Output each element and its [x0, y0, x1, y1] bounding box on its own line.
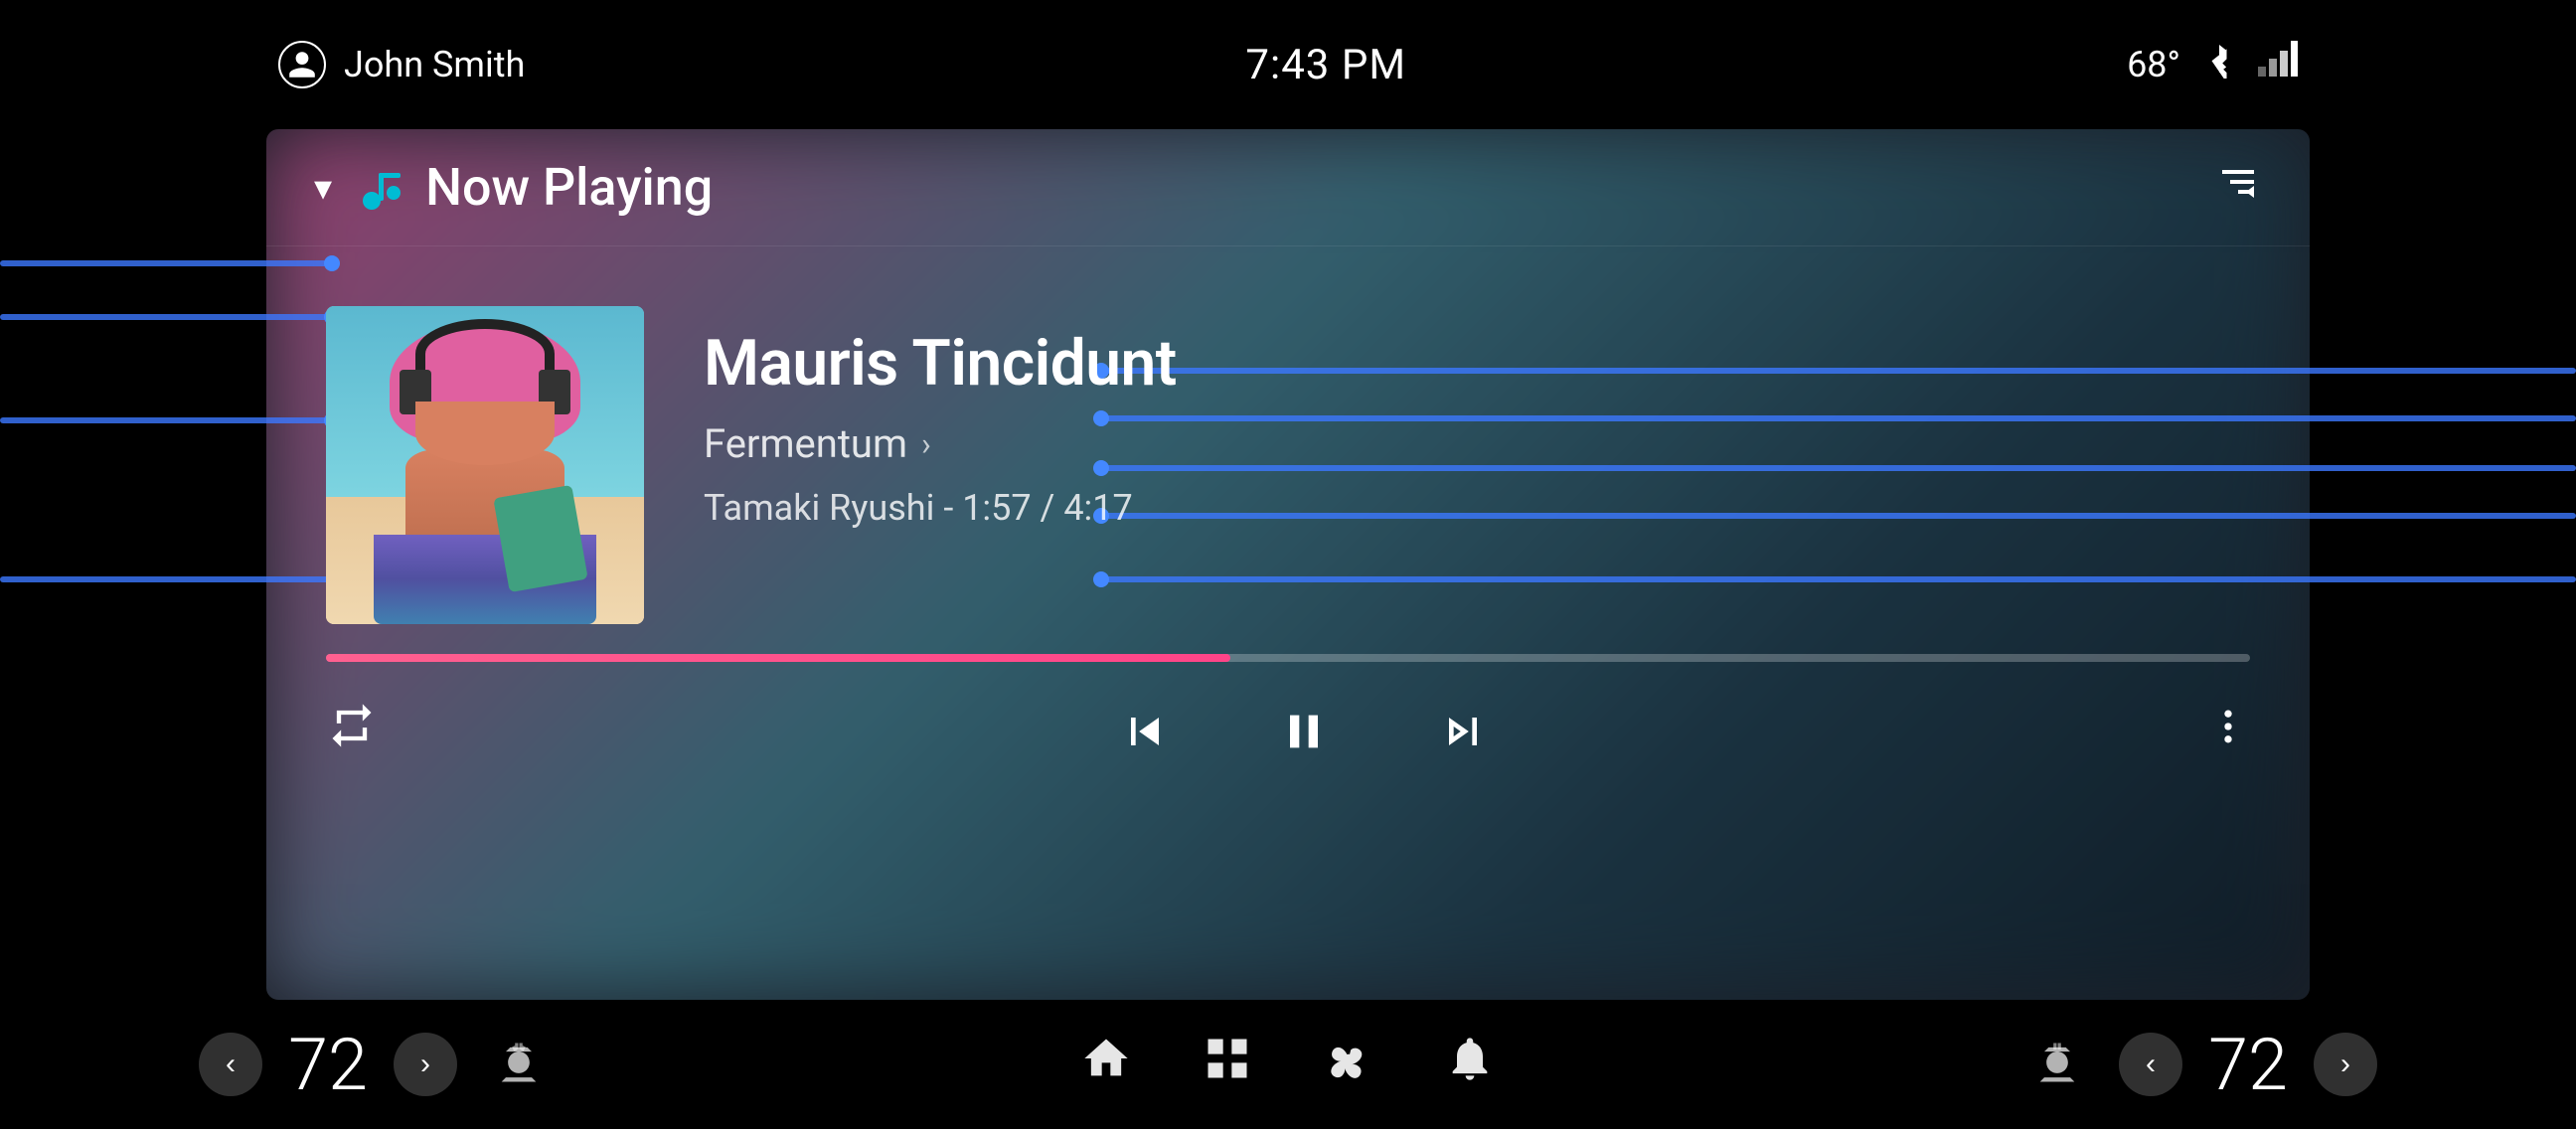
bluetooth-icon [2204, 41, 2234, 88]
left-temp-value: 72 [278, 1023, 378, 1107]
repeat-button[interactable] [326, 700, 378, 763]
grid-button[interactable] [1202, 1033, 1253, 1097]
home-button[interactable] [1080, 1033, 1132, 1097]
user-avatar-icon [278, 41, 326, 88]
pause-button[interactable] [1264, 692, 1344, 771]
now-playing-title: Now Playing [425, 157, 2214, 218]
previous-button[interactable] [1105, 692, 1185, 771]
temperature-display: 68° [2127, 44, 2180, 85]
playback-controls [402, 692, 2206, 771]
fan-button[interactable] [1323, 1033, 1374, 1097]
album-chevron-icon: › [921, 425, 931, 463]
current-time: 7:43 PM [1245, 41, 1406, 89]
dropdown-button[interactable]: ▾ [314, 167, 332, 209]
right-temp-value: 72 [2198, 1023, 2298, 1107]
left-temp-control: ‹ 72 › [199, 1023, 545, 1107]
bell-button[interactable] [1444, 1033, 1496, 1097]
progress-fill [326, 654, 1230, 662]
track-album[interactable]: Fermentum › [704, 420, 2250, 467]
bottom-bar: ‹ 72 › [0, 1000, 2576, 1129]
player-content: Mauris Tincidunt Fermentum › Tamaki Ryus… [266, 246, 2310, 644]
left-temp-increase-button[interactable]: › [394, 1033, 457, 1096]
more-options-button[interactable] [2206, 705, 2250, 759]
left-seat-heat-icon[interactable] [493, 1037, 545, 1092]
signal-icon [2258, 41, 2298, 89]
status-right: 68° [2127, 41, 2298, 89]
queue-icon[interactable] [2214, 158, 2262, 217]
nav-icons [1080, 1033, 1496, 1097]
music-note-icon [356, 163, 405, 213]
player-header: ▾ Now Playing [266, 129, 2310, 246]
right-temp-increase-button[interactable]: › [2314, 1033, 2377, 1096]
right-seat-heat-icon[interactable] [2031, 1037, 2083, 1092]
progress-bar[interactable] [326, 654, 2250, 662]
status-left: John Smith [278, 41, 525, 88]
right-temp-control: ‹ 72 › [2031, 1023, 2377, 1107]
user-name: John Smith [344, 44, 525, 85]
status-bar: John Smith 7:43 PM 68° [0, 0, 2576, 129]
left-temp-decrease-button[interactable]: ‹ [199, 1033, 262, 1096]
track-info: Mauris Tincidunt Fermentum › Tamaki Ryus… [704, 306, 2250, 529]
track-title: Mauris Tincidunt [704, 326, 2250, 401]
album-art [326, 306, 644, 624]
track-artist-time: Tamaki Ryushi - 1:57 / 4:17 [704, 487, 2250, 529]
right-temp-decrease-button[interactable]: ‹ [2119, 1033, 2182, 1096]
controls-section [266, 662, 2310, 811]
progress-section [266, 654, 2310, 662]
next-button[interactable] [1423, 692, 1503, 771]
player-container: ▾ Now Playing [266, 129, 2310, 1000]
